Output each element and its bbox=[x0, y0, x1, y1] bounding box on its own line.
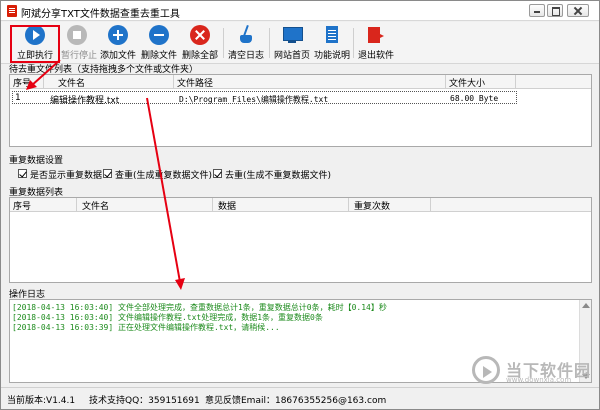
app-window: 阿斌分享TXT文件数据查重去重工具 立即执行 暂行停止 添加文件 删除文件 删除… bbox=[0, 0, 600, 410]
toolbar-divider bbox=[353, 28, 354, 58]
clear-log-label: 清空日志 bbox=[227, 51, 264, 61]
col-filename: 文件名 bbox=[82, 202, 110, 212]
pause-stop-button[interactable]: 暂行停止 bbox=[61, 24, 98, 62]
file-list-header: 序号 文件名 文件路径 文件大小 bbox=[10, 75, 591, 89]
minimize-button[interactable] bbox=[529, 4, 545, 17]
toolbar: 立即执行 暂行停止 添加文件 删除文件 删除全部 清空日志 网站首页 功能说明 … bbox=[1, 22, 599, 64]
clear-log-button[interactable]: 清空日志 bbox=[227, 24, 265, 62]
column-divider bbox=[173, 75, 174, 89]
file-list-table[interactable]: 序号 文件名 文件路径 文件大小 1 编辑操作教程.txt D:\Program… bbox=[9, 74, 592, 147]
status-bar: 当前版本:V1.4.1 技术支持QQ：359151691 意见反馈Email：1… bbox=[1, 387, 599, 409]
column-divider bbox=[212, 198, 213, 212]
col-repeat-count: 重复次数 bbox=[354, 202, 391, 212]
column-divider bbox=[348, 198, 349, 212]
row-filesize: 68.00 Byte bbox=[450, 94, 499, 103]
duplicates-header: 序号 文件名 数据 重复次数 bbox=[10, 198, 591, 212]
exit-icon bbox=[366, 25, 386, 45]
log-line: [2018-04-13 16:03:39] 正在处理文件编辑操作教程.txt，请… bbox=[12, 323, 280, 332]
website-home-label: 网站首页 bbox=[273, 51, 310, 61]
remove-duplicates-label: 去重(生成不重复数据文件) bbox=[225, 171, 332, 181]
checkbox-checked-icon bbox=[213, 169, 222, 178]
exit-label: 退出软件 bbox=[357, 51, 394, 61]
stop-icon bbox=[67, 25, 87, 45]
show-duplicates-label: 是否显示重复数据 bbox=[30, 171, 103, 181]
delete-file-button[interactable]: 删除文件 bbox=[140, 24, 178, 62]
table-row[interactable]: 1 编辑操作教程.txt D:\Program Files\编辑操作教程.txt… bbox=[12, 91, 517, 106]
pause-stop-label: 暂行停止 bbox=[61, 51, 98, 61]
version-text: 当前版本:V1.4.1 bbox=[7, 396, 76, 406]
toolbar-divider bbox=[223, 28, 224, 58]
delete-all-icon bbox=[190, 25, 210, 45]
checkbox-checked-icon bbox=[18, 169, 27, 178]
add-file-label: 添加文件 bbox=[99, 51, 136, 61]
maximize-button[interactable] bbox=[547, 4, 563, 17]
title-bar: 阿斌分享TXT文件数据查重去重工具 bbox=[1, 1, 599, 21]
col-filename: 文件名 bbox=[58, 79, 86, 89]
website-home-button[interactable]: 网站首页 bbox=[273, 24, 311, 62]
column-divider bbox=[43, 75, 44, 89]
col-index: 序号 bbox=[13, 202, 32, 212]
close-button[interactable] bbox=[567, 4, 589, 17]
scroll-up-icon[interactable] bbox=[582, 303, 590, 308]
col-filepath: 文件路径 bbox=[177, 79, 214, 89]
document-icon bbox=[322, 25, 342, 45]
app-logo-icon bbox=[7, 5, 17, 17]
feedback-email-text: 意见反馈Email：18676355256@163.com bbox=[205, 396, 387, 406]
watermark-url: www.downxia.com bbox=[506, 376, 572, 384]
monitor-icon bbox=[282, 25, 303, 45]
support-qq-text: 技术支持QQ：359151691 bbox=[89, 396, 200, 406]
window-title: 阿斌分享TXT文件数据查重去重工具 bbox=[21, 9, 180, 20]
col-filesize: 文件大小 bbox=[449, 79, 486, 89]
minus-icon bbox=[149, 25, 169, 45]
col-data: 数据 bbox=[218, 202, 237, 212]
watermark: 当下软件园 www.downxia.com bbox=[472, 356, 596, 386]
column-divider bbox=[515, 75, 516, 89]
delete-all-button[interactable]: 删除全部 bbox=[181, 24, 219, 62]
broom-icon bbox=[236, 25, 256, 45]
duplicates-table[interactable]: 序号 文件名 数据 重复次数 bbox=[9, 197, 592, 283]
row-filename: 编辑操作教程.txt bbox=[50, 96, 120, 106]
help-label: 功能说明 bbox=[313, 51, 350, 61]
find-duplicates-label: 查重(生成重复数据文件) bbox=[115, 171, 213, 181]
watermark-logo-icon bbox=[472, 356, 500, 384]
add-file-button[interactable]: 添加文件 bbox=[99, 24, 137, 62]
checkbox-checked-icon bbox=[103, 169, 112, 178]
annotation-highlight-box bbox=[10, 25, 60, 63]
plus-icon bbox=[108, 25, 128, 45]
delete-all-label: 删除全部 bbox=[181, 51, 218, 61]
col-index: 序号 bbox=[13, 79, 32, 89]
column-divider bbox=[76, 198, 77, 212]
column-divider bbox=[430, 198, 431, 212]
toolbar-divider bbox=[269, 28, 270, 58]
column-divider bbox=[445, 75, 446, 89]
exit-button[interactable]: 退出软件 bbox=[357, 24, 395, 62]
delete-file-label: 删除文件 bbox=[140, 51, 177, 61]
settings-label: 重复数据设置 bbox=[9, 156, 64, 166]
help-button[interactable]: 功能说明 bbox=[313, 24, 351, 62]
row-filepath: D:\Program Files\编辑操作教程.txt bbox=[179, 95, 329, 104]
row-index: 1 bbox=[15, 93, 21, 103]
